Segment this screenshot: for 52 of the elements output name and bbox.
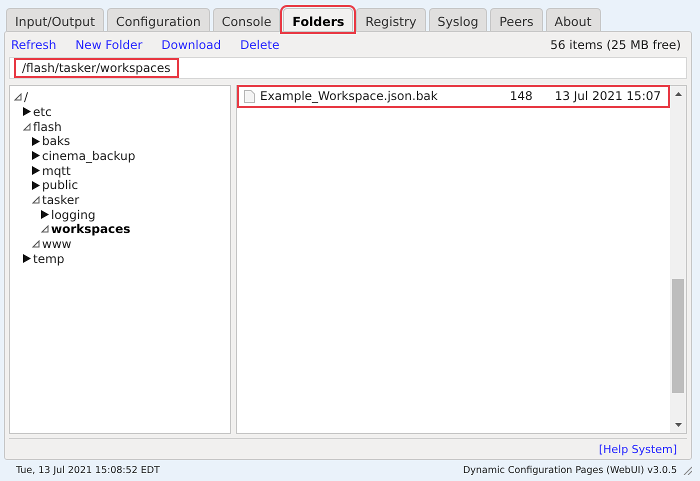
folder-name[interactable]: etc	[33, 104, 52, 119]
tab[interactable]: Configuration	[107, 8, 210, 31]
tab[interactable]: Folders	[283, 8, 354, 31]
tab[interactable]: Input/Output	[6, 8, 104, 31]
folder-name[interactable]: tasker	[42, 192, 80, 207]
folder-name[interactable]: mqtt	[42, 164, 71, 178]
collapsed-triangle-icon[interactable]	[32, 166, 40, 176]
expanded-triangle-icon[interactable]	[32, 240, 40, 248]
version-text: Dynamic Configuration Pages (WebUI) v3.0.5	[462, 465, 677, 476]
folder-name[interactable]: logging	[51, 208, 96, 222]
expanded-triangle-icon[interactable]	[41, 225, 49, 234]
expanded-triangle-icon[interactable]	[23, 122, 31, 131]
file-row[interactable]: Example_Workspace.json.bak 148 13 Jul 2021 15:07	[240, 88, 667, 105]
collapsed-triangle-icon[interactable]	[32, 136, 40, 146]
scroll-down-icon[interactable]	[674, 423, 682, 428]
action-link[interactable]: New Folder	[75, 38, 142, 52]
help-link[interactable]: [Help System]	[598, 442, 677, 456]
status-time: Tue, 13 Jul 2021 15:08:52 EDT	[16, 465, 160, 476]
scroll-up-icon[interactable]	[674, 92, 682, 96]
folder-name[interactable]: public	[42, 178, 78, 192]
tab[interactable]: Syslog	[428, 8, 488, 31]
item-count: 56 items (25 MB free)	[550, 38, 682, 52]
folder-name[interactable]: www	[42, 237, 72, 252]
collapsed-triangle-icon[interactable]	[23, 254, 31, 264]
tab[interactable]: Console	[212, 8, 280, 31]
collapsed-triangle-icon[interactable]	[32, 180, 40, 190]
path-value: /flash/tasker/workspaces	[16, 60, 177, 76]
action-link[interactable]: Download	[161, 38, 222, 52]
scrollbar[interactable]	[670, 86, 686, 434]
action-link[interactable]: Refresh	[11, 38, 56, 52]
file-date: 13 Jul 2021 15:07	[554, 89, 661, 104]
folder-name[interactable]: baks	[42, 134, 70, 148]
tab[interactable]: About	[546, 8, 601, 31]
folder-name[interactable]: flash	[33, 120, 62, 134]
action-link[interactable]: Delete	[240, 38, 280, 52]
folder-name[interactable]: /	[24, 90, 28, 104]
expanded-triangle-icon[interactable]	[32, 196, 40, 204]
folder-name[interactable]: cinema_backup	[42, 148, 136, 163]
folder-name[interactable]: temp	[33, 252, 64, 266]
expanded-triangle-icon[interactable]	[14, 93, 22, 102]
resize-grip-icon[interactable]	[683, 466, 692, 475]
collapsed-triangle-icon[interactable]	[32, 151, 40, 160]
collapsed-triangle-icon[interactable]	[23, 107, 31, 116]
file-size: 148	[510, 89, 534, 104]
scrollbar-thumb[interactable]	[672, 279, 684, 394]
path-field[interactable]: /flash/tasker/workspaces	[9, 56, 687, 79]
file-name: Example_Workspace.json.bak	[260, 89, 439, 104]
file-icon	[244, 90, 255, 103]
tab[interactable]: Registry	[356, 8, 426, 31]
collapsed-triangle-icon[interactable]	[41, 210, 49, 220]
folder-name[interactable]: workspaces	[51, 222, 130, 236]
tab[interactable]: Peers	[490, 8, 543, 31]
